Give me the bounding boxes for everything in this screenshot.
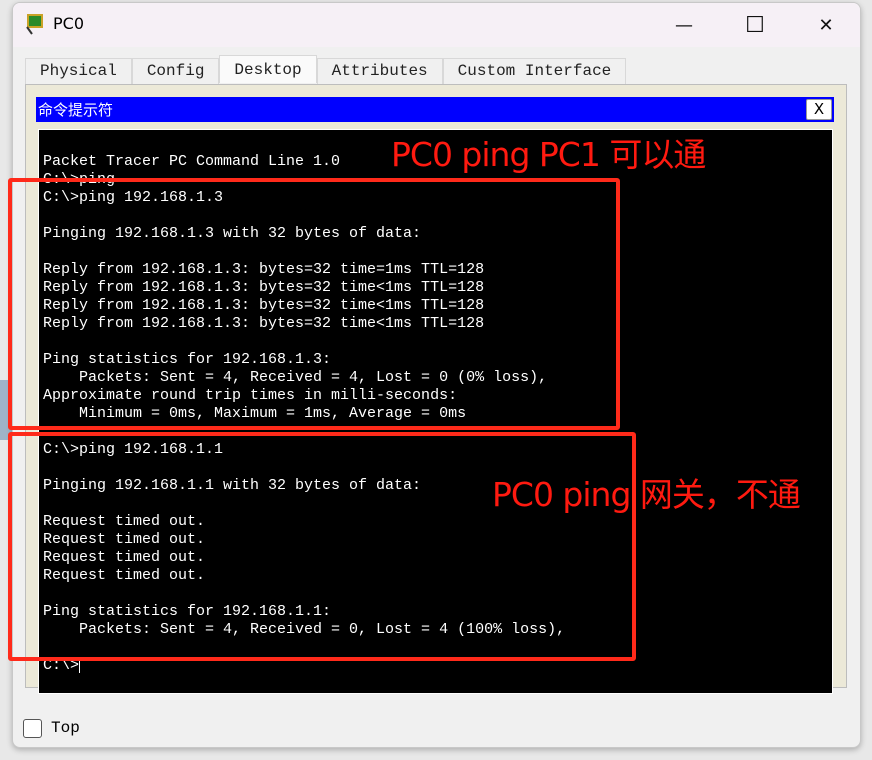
tab-config[interactable]: Config bbox=[131, 58, 220, 84]
command-prompt-titlebar: 命令提示符 X bbox=[36, 97, 834, 122]
top-label: Top bbox=[51, 719, 80, 737]
tab-desktop[interactable]: Desktop bbox=[219, 55, 317, 83]
pc-app-icon bbox=[26, 14, 43, 35]
annotation-box-success bbox=[8, 178, 620, 430]
annotation-box-failure bbox=[8, 432, 636, 661]
tab-custom-interface[interactable]: Custom Interface bbox=[442, 58, 627, 84]
close-button[interactable]: ✕ bbox=[803, 9, 849, 41]
annotation-note-failure: PC0 ping 网关，不通 bbox=[492, 475, 801, 514]
command-prompt-title: 命令提示符 bbox=[38, 101, 114, 119]
window-title: PC0 bbox=[53, 14, 84, 33]
command-prompt-close-button[interactable]: X bbox=[806, 99, 832, 120]
maximize-button[interactable]: ☐ bbox=[732, 9, 778, 41]
annotation-note-success: PC0 ping PC1 可以通 bbox=[391, 135, 706, 174]
minimize-button[interactable]: — bbox=[661, 9, 707, 41]
tab-physical[interactable]: Physical bbox=[25, 58, 132, 84]
title-bar: PC0 — ☐ ✕ bbox=[13, 3, 860, 47]
tab-attributes[interactable]: Attributes bbox=[316, 58, 443, 84]
tab-bar: Physical Config Desktop Attributes Custo… bbox=[25, 55, 627, 84]
top-checkbox[interactable] bbox=[23, 719, 42, 738]
